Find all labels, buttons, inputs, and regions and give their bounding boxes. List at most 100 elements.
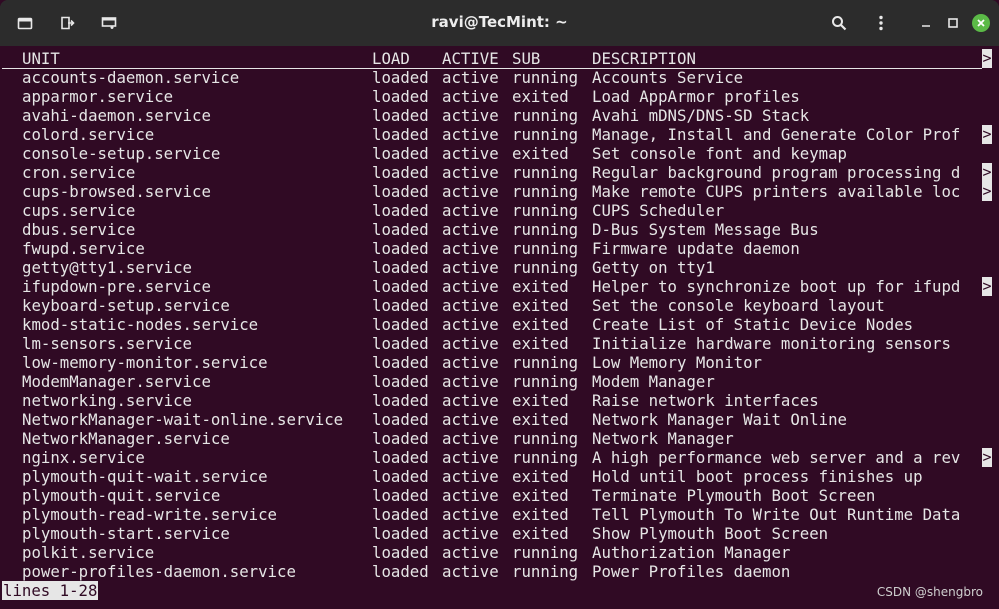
load-cell: loaded: [372, 372, 429, 391]
unit-cell: colord.service: [22, 125, 155, 144]
load-cell: loaded: [372, 239, 429, 258]
sub-cell: running: [512, 125, 579, 144]
description-cell: Regular background program processing d: [592, 163, 961, 182]
active-cell: active: [442, 448, 499, 467]
description-cell: Hold until boot process finishes up: [592, 467, 923, 486]
unit-cell: power-profiles-daemon.service: [22, 562, 296, 581]
detach-tab-icon[interactable]: [52, 9, 82, 37]
menu-icon[interactable]: [866, 9, 896, 37]
table-row: cups.service loaded active running CUPS Sche…: [0, 201, 999, 220]
description-cell: CUPS Scheduler: [592, 201, 725, 220]
table-row: ModemManager.service loaded active running M…: [0, 372, 999, 391]
active-cell: active: [442, 467, 499, 486]
unit-cell: NetworkManager-wait-online.service: [22, 410, 344, 429]
sub-cell: running: [512, 429, 579, 448]
header-unit: UNIT: [22, 49, 60, 68]
truncation-marker: >: [982, 49, 992, 68]
table-row: kmod-static-nodes.service loaded active exi…: [0, 315, 999, 334]
description-cell: Terminate Plymouth Boot Screen: [592, 486, 876, 505]
unit-cell: networking.service: [22, 391, 193, 410]
description-cell: Raise network interfaces: [592, 391, 819, 410]
table-row: colord.service loaded active running Manage,…: [0, 125, 999, 144]
active-cell: active: [442, 334, 499, 353]
split-view-icon[interactable]: [94, 9, 124, 37]
minimize-icon[interactable]: [911, 9, 941, 37]
load-cell: loaded: [372, 429, 429, 448]
sub-cell: exited: [512, 144, 569, 163]
unit-cell: console-setup.service: [22, 144, 221, 163]
table-row: nginx.service loaded active running A high p…: [0, 448, 999, 467]
table-row: fwupd.service loaded active running Firmware…: [0, 239, 999, 258]
title-bar[interactable]: ravi@TecMint: ~: [0, 0, 999, 46]
load-cell: loaded: [372, 144, 429, 163]
load-cell: loaded: [372, 296, 429, 315]
sub-cell: exited: [512, 315, 569, 334]
unit-cell: cron.service: [22, 163, 136, 182]
load-cell: loaded: [372, 163, 429, 182]
table-row: NetworkManager.service loaded active runnin…: [0, 429, 999, 448]
table-row: plymouth-quit.service loaded active exited T…: [0, 486, 999, 505]
load-cell: loaded: [372, 562, 429, 581]
load-cell: loaded: [372, 410, 429, 429]
sub-cell: running: [512, 543, 579, 562]
table-row: cron.service loaded active running Regular b…: [0, 163, 999, 182]
sub-cell: running: [512, 258, 579, 277]
description-cell: Show Plymouth Boot Screen: [592, 524, 829, 543]
table-row: keyboard-setup.service loaded active exited…: [0, 296, 999, 315]
table-row: plymouth-start.service loaded active exited…: [0, 524, 999, 543]
load-cell: loaded: [372, 258, 429, 277]
active-cell: active: [442, 315, 499, 334]
active-cell: active: [442, 391, 499, 410]
load-cell: loaded: [372, 334, 429, 353]
maximize-icon[interactable]: [938, 9, 968, 37]
active-cell: active: [442, 429, 499, 448]
sub-cell: exited: [512, 296, 569, 315]
unit-cell: getty@tty1.service: [22, 258, 193, 277]
unit-cell: lm-sensors.service: [22, 334, 193, 353]
active-cell: active: [442, 87, 499, 106]
sub-cell: running: [512, 353, 579, 372]
unit-cell: plymouth-start.service: [22, 524, 230, 543]
new-tab-icon[interactable]: [10, 9, 40, 37]
active-cell: active: [442, 106, 499, 125]
unit-cell: nginx.service: [22, 448, 145, 467]
search-icon[interactable]: [824, 9, 854, 37]
sub-cell: running: [512, 68, 579, 87]
description-cell: Avahi mDNS/DNS-SD Stack: [592, 106, 810, 125]
terminal-output[interactable]: UNIT LOAD ACTIVE SUB DESCRIPTION > accou…: [0, 46, 999, 609]
truncation-marker: >: [982, 182, 992, 201]
active-cell: active: [442, 277, 499, 296]
truncation-marker: >: [982, 125, 992, 144]
table-row: getty@tty1.service loaded active running Get…: [0, 258, 999, 277]
sub-cell: exited: [512, 391, 569, 410]
header-sub: SUB: [512, 49, 541, 68]
active-cell: active: [442, 410, 499, 429]
description-cell: Create List of Static Device Nodes: [592, 315, 914, 334]
sub-cell: exited: [512, 467, 569, 486]
sub-cell: exited: [512, 87, 569, 106]
description-cell: Modem Manager: [592, 372, 715, 391]
load-cell: loaded: [372, 87, 429, 106]
description-cell: Low Memory Monitor: [592, 353, 763, 372]
header-description: DESCRIPTION: [592, 49, 696, 68]
table-row: cups-browsed.service loaded active running M…: [0, 182, 999, 201]
header-load: LOAD: [372, 49, 410, 68]
table-row: accounts-daemon.service loaded active runni…: [0, 68, 999, 87]
table-row: avahi-daemon.service loaded active running A…: [0, 106, 999, 125]
close-icon[interactable]: [972, 14, 990, 32]
active-cell: active: [442, 163, 499, 182]
description-cell: Set the console keyboard layout: [592, 296, 885, 315]
description-cell: Getty on tty1: [592, 258, 715, 277]
sub-cell: exited: [512, 334, 569, 353]
table-row: ifupdown-pre.service loaded active exited He…: [0, 277, 999, 296]
truncation-marker: >: [982, 277, 992, 296]
active-cell: active: [442, 505, 499, 524]
description-cell: Power Profiles daemon: [592, 562, 791, 581]
load-cell: loaded: [372, 106, 429, 125]
active-cell: active: [442, 68, 499, 87]
description-cell: Tell Plymouth To Write Out Runtime Data: [592, 505, 961, 524]
description-cell: Network Manager Wait Online: [592, 410, 848, 429]
active-cell: active: [442, 372, 499, 391]
load-cell: loaded: [372, 220, 429, 239]
load-cell: loaded: [372, 125, 429, 144]
